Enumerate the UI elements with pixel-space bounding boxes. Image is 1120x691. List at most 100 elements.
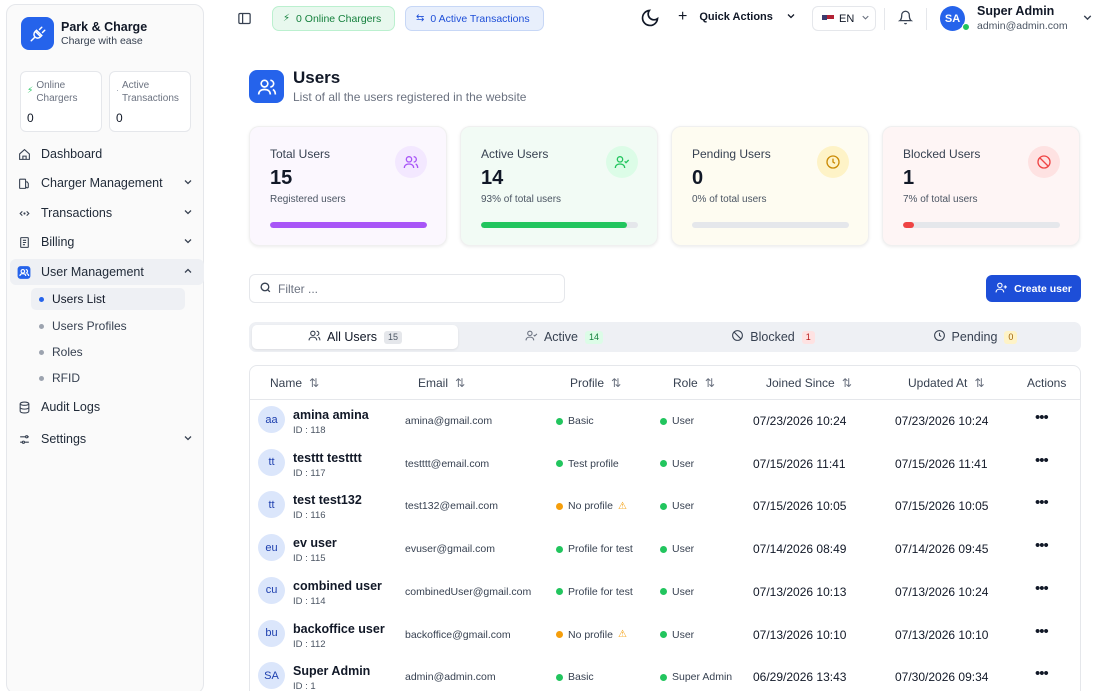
page-subtitle: List of all the users registered in the … — [293, 90, 527, 104]
column-label: Email — [418, 376, 449, 390]
bullet-icon — [39, 323, 44, 329]
dark-mode-icon[interactable] — [640, 8, 660, 31]
table-row[interactable]: tt test test132 ID : 116 test132@email.com N… — [250, 485, 1080, 528]
sidebar-subitem-roles[interactable]: Roles — [31, 341, 185, 363]
status-dot — [556, 545, 563, 553]
brand[interactable]: Park & Charge Charge with ease — [21, 17, 147, 50]
sidebar-item-settings[interactable]: Settings — [10, 426, 204, 452]
column-header-profile[interactable]: Profile ⇅ — [570, 376, 621, 390]
users-icon — [249, 70, 284, 103]
online-chargers-pill[interactable]: ⚡ 0 Online Chargers — [272, 6, 395, 31]
user-name[interactable]: combined user — [293, 579, 382, 593]
column-header-updated-at[interactable]: Updated At ⇅ — [908, 376, 984, 390]
plus-icon: + — [678, 8, 688, 25]
user-plus-icon — [995, 281, 1008, 297]
sidebar-item-billing[interactable]: Billing — [10, 229, 204, 255]
more-actions-icon[interactable]: ••• — [1035, 623, 1049, 640]
updated-at: 07/30/2026 09:34 — [895, 670, 989, 685]
status-dot — [556, 460, 563, 468]
more-actions-icon[interactable]: ••• — [1035, 494, 1049, 511]
sidebar-subitem-users-list[interactable]: Users List — [31, 288, 185, 310]
column-header-email[interactable]: Email ⇅ — [418, 376, 465, 390]
sidebar-item-label: Audit Logs — [41, 400, 101, 414]
column-header-actions: Actions — [1027, 376, 1066, 390]
user-name[interactable]: amina amina — [293, 408, 369, 422]
column-header-name[interactable]: Name ⇅ — [270, 376, 319, 390]
progress-fill — [270, 222, 427, 228]
avatar: tt — [258, 448, 285, 476]
profile-label: No profile — [568, 628, 613, 641]
role-label: User — [672, 585, 695, 598]
user-name[interactable]: testtt testttt — [293, 451, 362, 465]
tab-active[interactable]: Active 14 — [461, 325, 667, 349]
bullet-icon — [39, 375, 44, 381]
chevron-down-icon[interactable] — [1081, 11, 1094, 27]
more-actions-icon[interactable]: ••• — [1035, 537, 1049, 554]
user-email: evuser@gmail.com — [405, 543, 496, 556]
sidebar-subitem-users-profiles[interactable]: Users Profiles — [31, 315, 185, 337]
transactions-icon: · — [116, 85, 119, 95]
more-actions-icon[interactable]: ••• — [1035, 580, 1049, 597]
role-cell: User — [660, 458, 694, 470]
role-cell: User — [660, 543, 694, 555]
create-user-button[interactable]: Create user — [986, 275, 1081, 302]
role-cell: User — [660, 415, 694, 427]
column-label: Role — [673, 376, 698, 390]
language-select[interactable]: EN — [812, 6, 876, 31]
user-name[interactable]: backoffice user — [293, 622, 385, 636]
more-actions-icon[interactable]: ••• — [1035, 665, 1049, 682]
user-name[interactable]: Super Admin — [293, 664, 370, 678]
billing-icon — [17, 235, 31, 249]
table-row[interactable]: SA Super Admin ID : 1 admin@admin.com Basic S… — [250, 656, 1080, 691]
sort-icon: ⇅ — [974, 376, 985, 390]
sidebar: Park & Charge Charge with ease ⚡ Online C… — [6, 4, 204, 691]
status-dot — [556, 502, 563, 510]
chevron-down-icon — [182, 206, 194, 221]
tab-all-users[interactable]: All Users 15 — [252, 325, 458, 349]
more-actions-icon[interactable]: ••• — [1035, 452, 1049, 469]
table-row[interactable]: eu ev user ID : 115 evuser@gmail.com Profile… — [250, 528, 1080, 571]
settings-icon — [17, 432, 31, 446]
filter-input[interactable] — [278, 281, 538, 296]
sidebar-item-user-management[interactable]: User Management — [10, 259, 204, 285]
user-name[interactable]: test test132 — [293, 493, 362, 507]
tab-pending[interactable]: Pending 0 — [872, 325, 1078, 349]
user-name[interactable]: ev user — [293, 536, 337, 550]
sidebar-subitem-rfid[interactable]: RFID — [31, 367, 185, 389]
bell-icon[interactable] — [897, 10, 914, 28]
active-transactions-value: 0 — [116, 111, 123, 125]
status-dot — [660, 631, 667, 638]
chevron-down-icon — [182, 432, 194, 447]
tab-blocked[interactable]: Blocked 1 — [670, 325, 876, 349]
quick-actions-button[interactable]: + Quick Actions — [678, 8, 797, 26]
table-row[interactable]: aa amina amina ID : 118 amina@gmail.com Basi… — [250, 400, 1080, 443]
sidebar-item-audit-logs[interactable]: Audit Logs — [10, 394, 204, 420]
updated-at: 07/14/2026 09:45 — [895, 542, 989, 557]
progress-bar — [481, 222, 638, 228]
table-row[interactable]: cu combined user ID : 114 combinedUser@gmai… — [250, 571, 1080, 614]
profile-cell: Basic — [556, 671, 594, 683]
sidebar-toggle-icon[interactable] — [237, 11, 252, 29]
sidebar-item-charger-management[interactable]: Charger Management — [10, 170, 204, 196]
profile-label: Profile for test — [568, 585, 633, 598]
sidebar-subitem-label: Users List — [52, 292, 106, 306]
more-actions-icon[interactable]: ••• — [1035, 409, 1049, 426]
table-row[interactable]: bu backoffice user ID : 112 backoffice@gmai… — [250, 614, 1080, 657]
column-header-role[interactable]: Role ⇅ — [673, 376, 715, 390]
page-title: Users — [293, 68, 341, 87]
column-label: Joined Since — [766, 376, 835, 390]
sidebar-item-dashboard[interactable]: Dashboard — [10, 141, 204, 167]
table-row[interactable]: tt testtt testttt ID : 117 testttt@email.co… — [250, 443, 1080, 486]
column-header-joined-since[interactable]: Joined Since ⇅ — [766, 376, 852, 390]
profile-label: Basic — [568, 671, 594, 684]
chevron-down-icon — [182, 176, 194, 191]
active-transactions-pill[interactable]: ⇆ 0 Active Transactions — [405, 6, 544, 31]
sort-icon: ⇅ — [455, 376, 466, 390]
sidebar-item-transactions[interactable]: Transactions — [10, 200, 204, 226]
profile-label: No profile — [568, 500, 613, 513]
sidebar-item-label: Dashboard — [41, 147, 103, 161]
tab-bar: All Users 15 Active 14 Blocked 1 Pending… — [249, 322, 1081, 352]
stat-card-pending-users: Pending Users 0 0% of total users — [671, 126, 869, 246]
online-chargers-value: 0 — [27, 111, 34, 125]
user-name[interactable]: Super Admin — [977, 4, 1054, 18]
